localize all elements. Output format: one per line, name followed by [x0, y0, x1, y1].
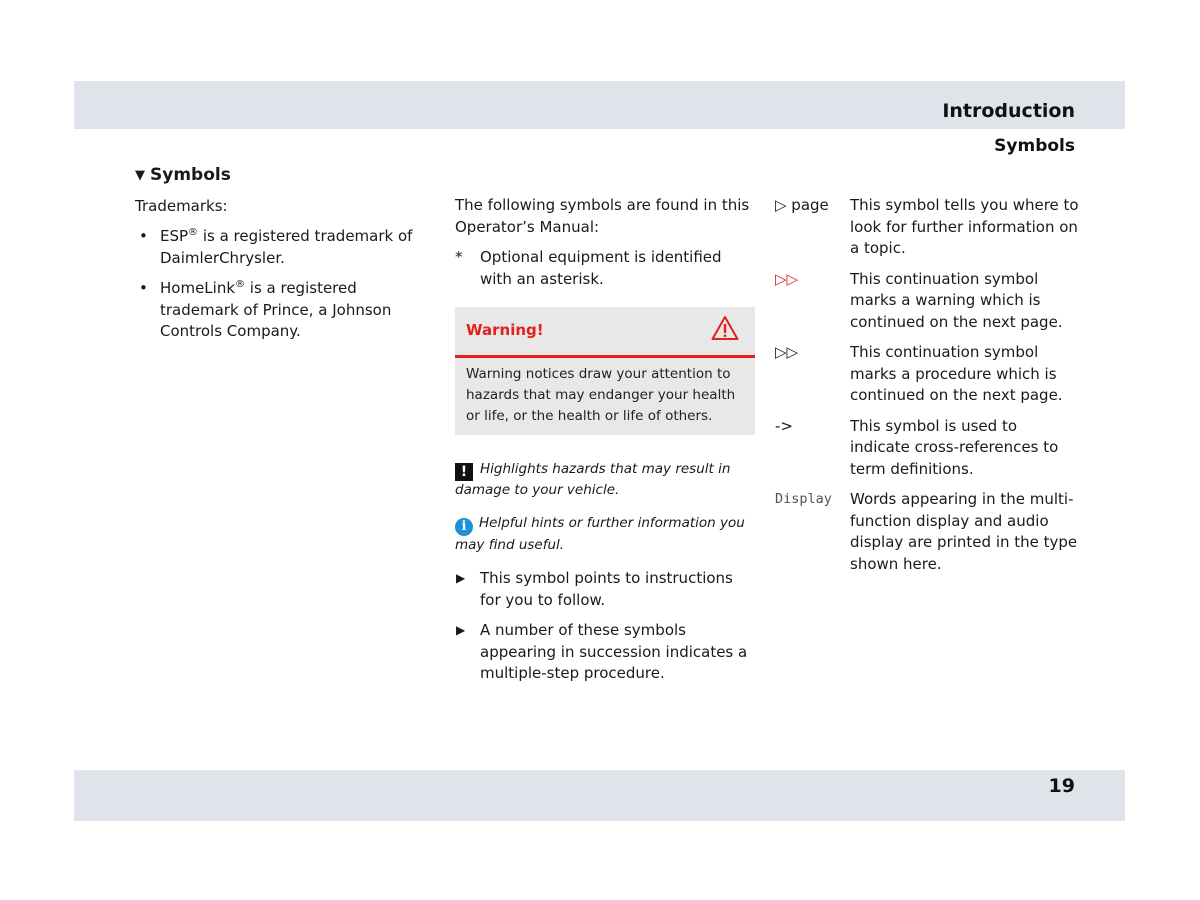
note-text: Highlights hazards that may result in da…: [455, 461, 731, 498]
definition-row: ▷▷ This continuation symbol marks a warn…: [775, 269, 1080, 334]
definition-row: ▷▷ This continuation symbol marks a proc…: [775, 342, 1080, 407]
list-item: • ESP® is a registered trademark of Daim…: [135, 226, 430, 269]
exclamation-icon: !: [455, 463, 473, 481]
step-item: ▶ A number of these symbols appearing in…: [455, 620, 755, 685]
asterisk-icon: *: [455, 248, 463, 266]
section-title: Symbols: [994, 136, 1075, 156]
info-icon: i: [455, 517, 473, 536]
procedure-continuation-icon: ▷▷: [775, 343, 799, 361]
step-text: A number of these symbols appearing in s…: [480, 621, 748, 682]
play-arrow-icon: ▶: [456, 623, 466, 637]
definition-text: This continuation symbol marks a warning…: [850, 269, 1063, 331]
left-column: ▼ Symbols Trademarks: • ESP® is a regist…: [135, 165, 430, 352]
warning-title: Warning!: [466, 321, 544, 340]
trademark-text: is a registered trademark of DaimlerChry…: [160, 227, 413, 267]
damage-note: ! Highlights hazards that may result in d…: [455, 460, 755, 500]
warning-continuation-icon: ▷▷: [775, 269, 799, 288]
heading-text: Symbols: [150, 165, 231, 185]
symbols-heading: ▼ Symbols: [135, 165, 430, 187]
cross-reference-icon: ->: [775, 416, 793, 435]
note-text: Helpful hints or further information you…: [455, 514, 745, 553]
definition-text: This symbol tells you where to look for …: [850, 196, 1079, 257]
bullet-icon: •: [139, 279, 148, 297]
definition-text: Words appearing in the multi-function di…: [850, 490, 1078, 573]
registered-mark: ®: [235, 279, 246, 290]
definition-row: ▷ page This symbol tells you where to lo…: [775, 195, 1080, 260]
right-column: ▷ page This symbol tells you where to lo…: [775, 195, 1080, 584]
warning-body: Warning notices draw your attention to h…: [466, 366, 736, 424]
step-item: ▶ This symbol points to instructions for…: [455, 568, 755, 611]
warning-header: Warning!: [455, 307, 755, 358]
page-reference-icon: ▷ page: [775, 196, 829, 214]
list-item: • HomeLink® is a registered trademark of…: [135, 278, 430, 343]
page-number: 19: [1048, 775, 1075, 797]
trademark-name: ESP: [160, 227, 189, 245]
asterisk-row: * Optional equipment is identified with …: [455, 247, 755, 290]
warning-triangle-icon: [711, 315, 739, 348]
trademarks-label: Trademarks:: [135, 196, 228, 215]
definition-text: This symbol is used to indicate cross-re…: [850, 416, 1059, 478]
triangle-down-icon: ▼: [135, 168, 145, 183]
play-arrow-icon: ▶: [456, 571, 466, 585]
asterisk-text: Optional equipment is identified with an…: [480, 248, 722, 288]
middle-column: The following symbols are found in this …: [455, 195, 755, 694]
footer-band: [74, 770, 1125, 821]
symbols-intro: The following symbols are found in this …: [455, 196, 750, 236]
trademark-list: • ESP® is a registered trademark of Daim…: [135, 226, 430, 343]
step-text: This symbol points to instructions for y…: [480, 569, 733, 609]
chapter-title: Introduction: [942, 100, 1075, 122]
trademark-name: HomeLink: [160, 279, 236, 297]
display-font-sample: Display: [775, 491, 832, 507]
bullet-icon: •: [139, 227, 148, 245]
definition-row: Display Words appearing in the multi-fun…: [775, 489, 1080, 575]
warning-box: Warning! Warning notices draw your atten…: [455, 307, 755, 435]
registered-mark: ®: [188, 227, 199, 238]
definition-text: This continuation symbol marks a procedu…: [850, 343, 1063, 404]
definition-row: -> This symbol is used to indicate cross…: [775, 416, 1080, 481]
info-note: i Helpful hints or further information yo…: [455, 514, 755, 555]
